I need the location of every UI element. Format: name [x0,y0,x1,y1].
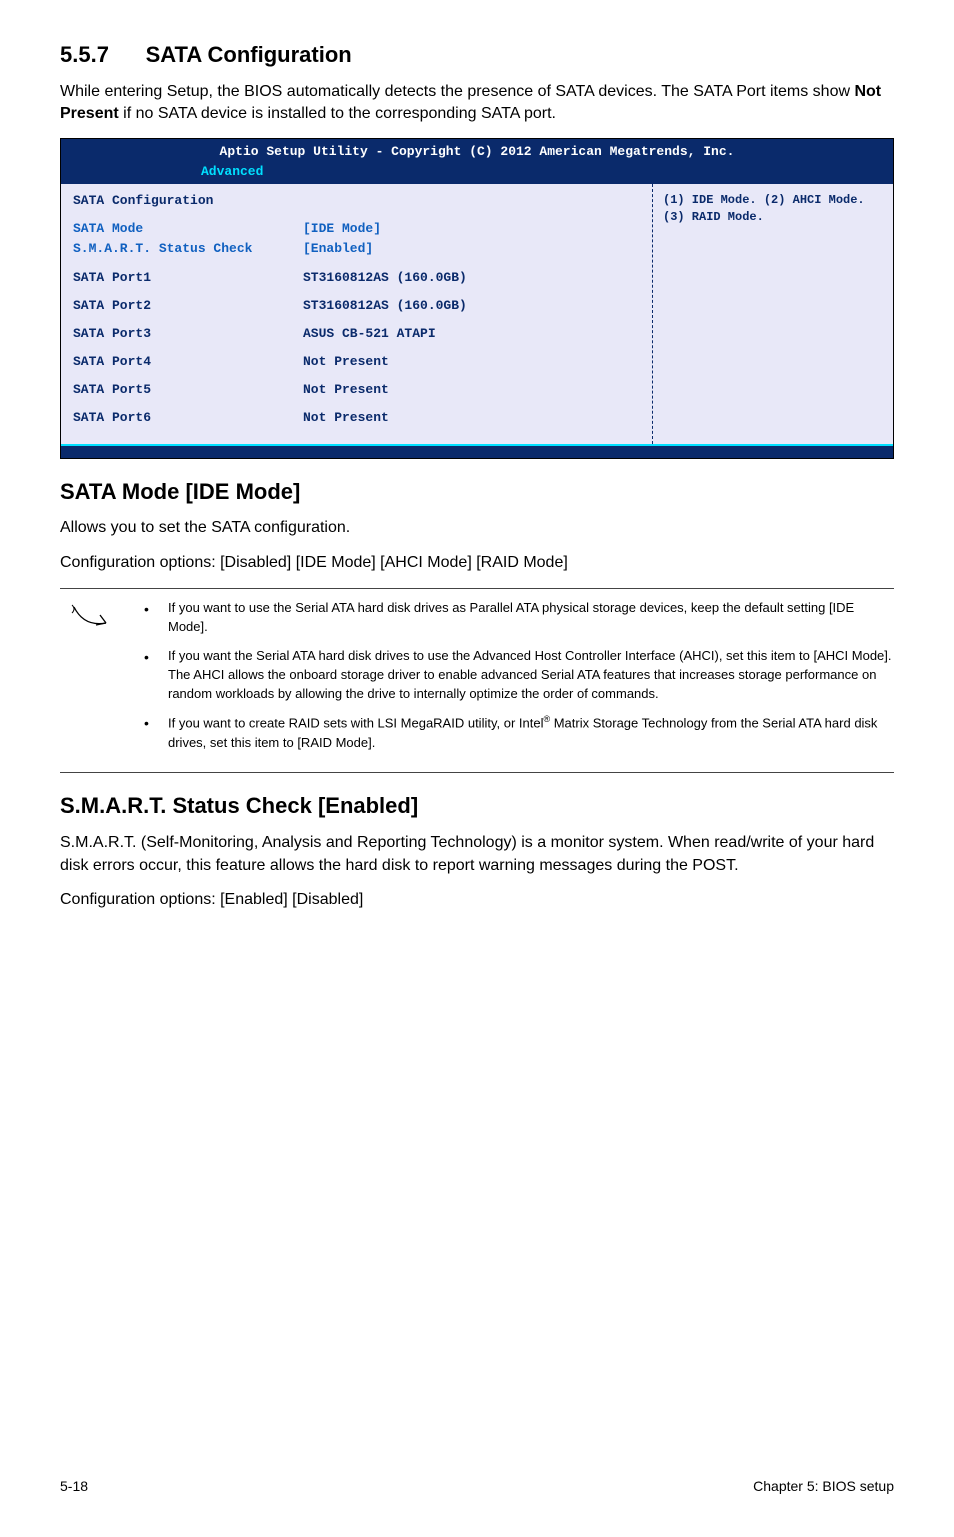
footer-page-number: 5-18 [60,1477,88,1497]
note-item-3: If you want to create RAID sets with LSI… [168,713,894,752]
section-number: 5.5.7 [60,42,109,67]
note-content: If you want to use the Serial ATA hard d… [120,599,894,762]
bios-footer-bar [61,444,893,458]
bios-smart-label: S.M.A.R.T. Status Check [73,240,303,258]
bios-left-panel: SATA Configuration SATA Mode [IDE Mode] … [61,184,653,444]
bios-row-port5: SATA Port5 Not Present [73,381,640,399]
bios-sata-mode-label: SATA Mode [73,220,303,238]
sata-mode-desc: Allows you to set the SATA configuration… [60,517,894,539]
bios-port1-value: ST3160812AS (160.0GB) [303,269,467,287]
bios-row-port1: SATA Port1 ST3160812AS (160.0GB) [73,269,640,287]
bios-port3-label: SATA Port3 [73,325,303,343]
bios-port5-value: Not Present [303,381,389,399]
bios-sata-mode-value[interactable]: [IDE Mode] [303,220,381,238]
bios-row-port2: SATA Port2 ST3160812AS (160.0GB) [73,297,640,315]
footer-chapter-title: Chapter 5: BIOS setup [753,1477,894,1497]
bios-port5-label: SATA Port5 [73,381,303,399]
note-icon [60,599,120,633]
bios-port4-label: SATA Port4 [73,353,303,371]
bios-port6-label: SATA Port6 [73,409,303,427]
bios-title-text: Aptio Setup Utility - Copyright (C) 2012… [61,141,893,163]
bios-help-text: (1) IDE Mode. (2) AHCI Mode. (3) RAID Mo… [663,192,883,226]
bios-port4-value: Not Present [303,353,389,371]
intro-text-c: if no SATA device is installed to the co… [119,105,556,122]
sata-mode-heading: SATA Mode [IDE Mode] [60,477,894,508]
smart-options: Configuration options: [Enabled] [Disabl… [60,889,894,911]
smart-desc: S.M.A.R.T. (Self-Monitoring, Analysis an… [60,832,894,877]
bios-port1-label: SATA Port1 [73,269,303,287]
bios-row-port3: SATA Port3 ASUS CB-521 ATAPI [73,325,640,343]
bios-config-header: SATA Configuration [73,192,640,210]
sata-mode-options: Configuration options: [Disabled] [IDE M… [60,552,894,574]
intro-paragraph: While entering Setup, the BIOS automatic… [60,81,894,126]
note-item-1: If you want to use the Serial ATA hard d… [168,599,894,637]
bios-port6-value: Not Present [303,409,389,427]
smart-heading: S.M.A.R.T. Status Check [Enabled] [60,791,894,822]
intro-text-a: While entering Setup, the BIOS automatic… [60,83,854,100]
bios-title-bar: Aptio Setup Utility - Copyright (C) 2012… [61,139,893,184]
bios-row-sata-mode[interactable]: SATA Mode [IDE Mode] [73,220,640,238]
note-item-2: If you want the Serial ATA hard disk dri… [168,647,894,704]
bios-setup-box: Aptio Setup Utility - Copyright (C) 2012… [60,138,894,459]
bios-row-smart[interactable]: S.M.A.R.T. Status Check [Enabled] [73,240,640,258]
bios-row-port4: SATA Port4 Not Present [73,353,640,371]
bios-body: SATA Configuration SATA Mode [IDE Mode] … [61,184,893,444]
bios-help-panel: (1) IDE Mode. (2) AHCI Mode. (3) RAID Mo… [653,184,893,444]
bios-tab-advanced[interactable]: Advanced [61,163,893,184]
section-heading: 5.5.7 SATA Configuration [60,40,894,71]
section-title: SATA Configuration [146,42,352,67]
bios-row-port6: SATA Port6 Not Present [73,409,640,427]
bios-port2-label: SATA Port2 [73,297,303,315]
bios-port3-value: ASUS CB-521 ATAPI [303,325,436,343]
page-footer: 5-18 Chapter 5: BIOS setup [60,1471,894,1497]
bios-port2-value: ST3160812AS (160.0GB) [303,297,467,315]
note3-a: If you want to create RAID sets with LSI… [168,716,543,731]
bios-smart-value[interactable]: [Enabled] [303,240,373,258]
note-block: If you want to use the Serial ATA hard d… [60,588,894,773]
